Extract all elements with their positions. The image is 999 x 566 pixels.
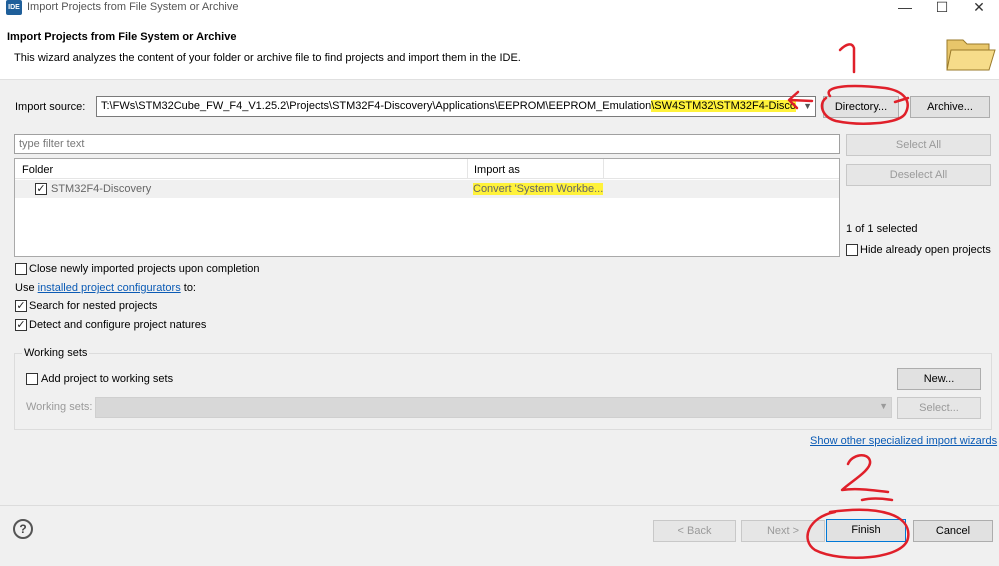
project-table: Folder Import as ✓ STM32F4-Discovery Con… [14, 158, 840, 257]
table-row[interactable]: ✓ STM32F4-Discovery Convert 'System Work… [15, 180, 839, 198]
configurators-link[interactable]: installed project configurators [38, 282, 181, 294]
app-icon: IDE [6, 0, 22, 15]
help-icon[interactable]: ? [13, 519, 33, 539]
next-button[interactable]: Next > [741, 520, 825, 542]
working-sets-group [14, 353, 992, 430]
row-import-as-text: Convert 'System Workbe... [473, 183, 604, 195]
row-checkbox[interactable]: ✓ [35, 183, 47, 195]
new-working-set-button[interactable]: New... [897, 368, 981, 390]
footer-divider [0, 505, 999, 506]
maximize-icon[interactable]: ☐ [932, 0, 952, 16]
select-all-button[interactable]: Select All [846, 134, 991, 156]
other-import-wizards-link[interactable]: Show other specialized import wizards [810, 435, 997, 447]
column-header-import-as[interactable]: Import as [474, 164, 520, 176]
back-button[interactable]: < Back [653, 520, 736, 542]
search-nested-checkbox[interactable]: ✓ [15, 300, 27, 312]
column-divider [603, 159, 604, 179]
search-nested-label: Search for nested projects [29, 300, 158, 312]
detect-natures-checkbox[interactable]: ✓ [15, 319, 27, 331]
working-sets-label: Working sets: [26, 401, 93, 413]
close-imported-label: Close newly imported projects upon compl… [29, 263, 260, 275]
page-description: This wizard analyzes the content of your… [14, 52, 521, 64]
hide-open-projects-checkbox[interactable] [846, 244, 858, 256]
row-folder: STM32F4-Discovery [51, 183, 152, 195]
add-to-working-sets-label: Add project to working sets [41, 373, 174, 385]
close-imported-checkbox[interactable] [15, 263, 27, 275]
filter-input[interactable]: type filter text [14, 134, 840, 154]
hide-open-projects-label: Hide already open projects [860, 244, 991, 256]
archive-button[interactable]: Archive... [910, 96, 990, 118]
chevron-down-icon[interactable]: ▼ [879, 401, 888, 411]
finish-button[interactable]: Finish [826, 519, 906, 542]
import-source-label: Import source: [15, 101, 86, 113]
use-prefix: Use [15, 282, 38, 294]
column-header-folder[interactable]: Folder [22, 164, 53, 176]
close-icon[interactable]: ✕ [969, 0, 989, 16]
deselect-all-button[interactable]: Deselect All [846, 164, 991, 186]
import-source-path: T:\FWs\STM32Cube_FW_F4_V1.25.2\Projects\… [101, 100, 652, 112]
detect-natures-label: Detect and configure project natures [29, 319, 207, 331]
row-import-as: Convert 'System Workbe... [473, 183, 604, 195]
import-source-highlighted-path: \SW4STM32\STM32F4-Discovery [651, 100, 796, 112]
folder-icon [946, 39, 996, 71]
add-to-working-sets-checkbox[interactable] [26, 373, 38, 385]
chevron-down-icon[interactable]: ▼ [803, 101, 812, 111]
working-sets-group-label: Working sets [22, 347, 90, 359]
page-title: Import Projects from File System or Arch… [7, 31, 237, 43]
directory-button[interactable]: Directory... [823, 96, 899, 118]
select-working-sets-button[interactable]: Select... [897, 397, 981, 419]
column-divider [467, 159, 468, 179]
annotation-one-stroke [838, 43, 856, 74]
working-sets-combo[interactable]: ▼ [95, 397, 892, 418]
minimize-icon[interactable]: — [895, 0, 915, 16]
configurators-text: Use installed project configurators to: [15, 282, 196, 294]
table-header: Folder Import as [15, 159, 839, 179]
selected-count: 1 of 1 selected [846, 223, 918, 235]
cancel-button[interactable]: Cancel [913, 520, 993, 542]
import-source-combo[interactable]: T:\FWs\STM32Cube_FW_F4_V1.25.2\Projects\… [96, 96, 816, 117]
use-suffix: to: [180, 282, 196, 294]
window-title: Import Projects from File System or Arch… [27, 1, 239, 13]
import-source-value: T:\FWs\STM32Cube_FW_F4_V1.25.2\Projects\… [101, 100, 796, 112]
